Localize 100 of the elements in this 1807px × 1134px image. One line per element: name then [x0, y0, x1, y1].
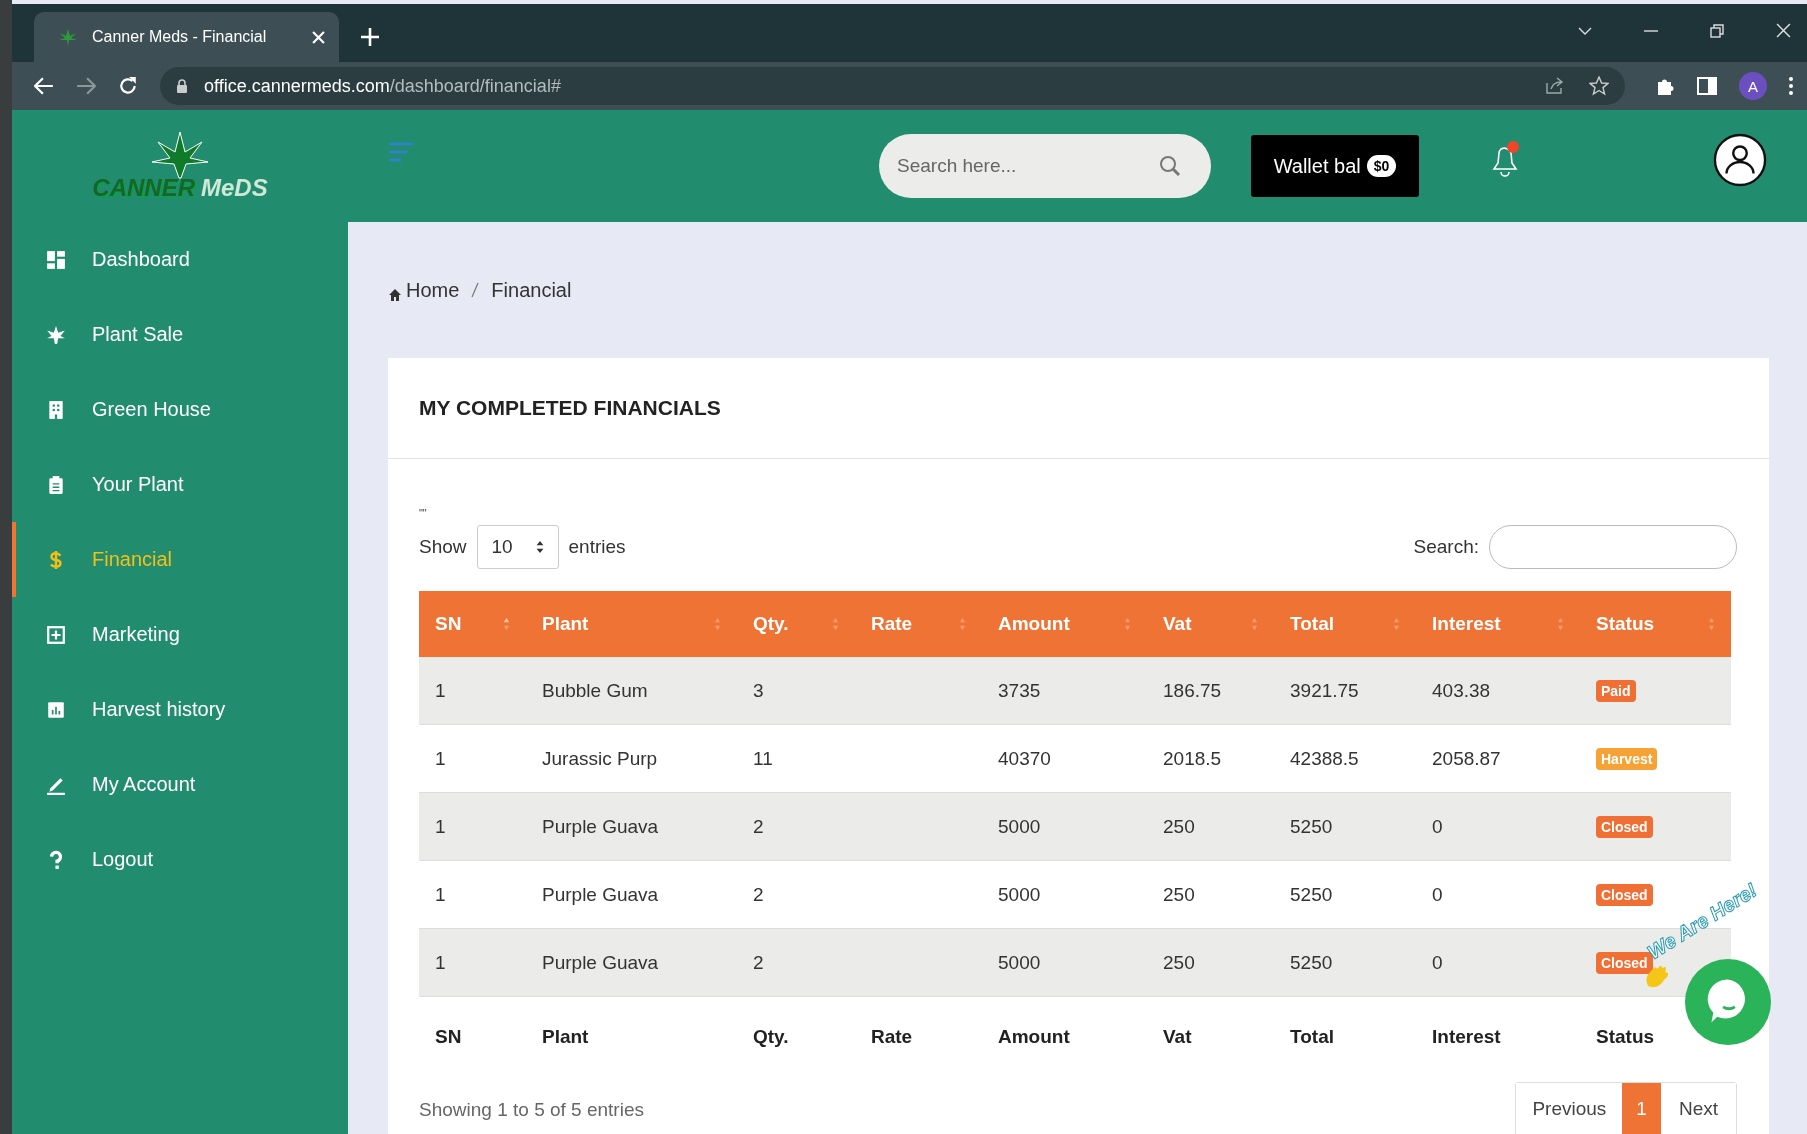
status-badge: Closed	[1596, 884, 1653, 906]
column-footer: Vat	[1163, 1026, 1192, 1047]
sidebar-item[interactable]: Dashboard	[12, 222, 348, 297]
sort-arrows-icon	[535, 541, 544, 553]
address-field[interactable]: office.cannermeds.com/dashboard/financial#	[160, 67, 1625, 105]
chevron-down-icon[interactable]	[1578, 26, 1592, 35]
table-cell: 2	[753, 951, 764, 973]
page-button[interactable]: 1	[1622, 1083, 1661, 1134]
share-icon[interactable]	[1545, 77, 1565, 95]
sidebar-item[interactable]: Plant Sale	[12, 297, 348, 372]
wallet-button[interactable]: Wallet bal $0	[1251, 135, 1419, 197]
table-cell: 250	[1163, 815, 1195, 837]
table-cell: 250	[1163, 883, 1195, 905]
column-footer: Status	[1596, 1026, 1655, 1047]
table-cell: 0	[1432, 815, 1443, 837]
column-footer: Interest	[1432, 1026, 1501, 1047]
breadcrumb-current: Financial	[491, 278, 572, 302]
sidebar-item[interactable]: Marketing	[12, 597, 348, 672]
column-header[interactable]: SN	[419, 591, 526, 657]
search-field[interactable]: Search here...	[879, 134, 1211, 198]
status-badge: Harvest	[1596, 748, 1658, 770]
column-footer: Total	[1290, 1026, 1334, 1047]
card-title: MY COMPLETED FINANCIALS	[419, 396, 721, 420]
column-header[interactable]: Rate	[855, 591, 982, 657]
column-footer: Plant	[542, 1026, 589, 1047]
table-cell: 5250	[1290, 951, 1333, 973]
plus-square-icon	[46, 624, 66, 645]
sidebar-item[interactable]: Your Plant	[12, 447, 348, 522]
profile-avatar[interactable]: A	[1739, 72, 1767, 100]
column-header[interactable]: Total	[1274, 591, 1416, 657]
column-footer: SN	[435, 1026, 462, 1047]
status-badge: Closed	[1596, 816, 1653, 838]
table-cell: 1	[435, 951, 446, 973]
table-cell: Purple Guava	[542, 951, 659, 973]
breadcrumb-link[interactable]: Home	[388, 278, 460, 302]
table-cell: 42388.5	[1290, 747, 1359, 769]
table-cell: Purple Guava	[542, 815, 659, 837]
table-cell: 2018.5	[1163, 747, 1222, 769]
table-cell: 403.38	[1432, 679, 1491, 701]
table-cell: 11	[753, 747, 773, 769]
star-icon[interactable]	[1589, 76, 1609, 96]
column-header[interactable]: Plant	[526, 591, 737, 657]
table-cell: 5000	[998, 815, 1041, 837]
back-icon[interactable]	[34, 77, 54, 95]
column-header[interactable]: Amount	[982, 591, 1147, 657]
status-badge: Paid	[1596, 680, 1636, 702]
close-icon[interactable]	[1776, 23, 1791, 38]
sidebar-item[interactable]: Logout	[12, 822, 348, 897]
home-icon	[388, 287, 402, 302]
chat-bubble-icon[interactable]	[1684, 958, 1772, 1046]
leaf-icon	[150, 130, 210, 180]
table-cell: 1	[435, 679, 446, 701]
table-cell: 3921.75	[1290, 679, 1359, 701]
wallet-amount-badge: $0	[1366, 155, 1397, 177]
table-cell: 2	[753, 815, 764, 837]
table-cell: 5000	[998, 883, 1041, 905]
table-cell: 1	[435, 747, 446, 769]
search-label: Search:	[1413, 536, 1479, 558]
page-size-select[interactable]: 10	[476, 525, 559, 569]
table-cell: Purple Guava	[542, 883, 659, 905]
column-header[interactable]: Qty.	[737, 591, 855, 657]
more-icon[interactable]	[1789, 77, 1793, 95]
minimize-icon[interactable]	[1644, 29, 1658, 32]
table-cell: 5250	[1290, 883, 1333, 905]
user-avatar-icon[interactable]	[1713, 133, 1767, 187]
new-tab-icon[interactable]	[361, 28, 379, 46]
reload-icon[interactable]	[118, 76, 138, 96]
table-cell: Bubble Gum	[542, 679, 648, 701]
sidebar-item[interactable]: Harvest history	[12, 672, 348, 747]
table-search-field[interactable]	[1489, 525, 1737, 569]
forward-icon[interactable]	[76, 77, 96, 95]
browser-tab[interactable]: Canner Meds - Financial	[34, 12, 339, 62]
table-cell: 186.75	[1163, 679, 1222, 701]
table-cell: 40370	[998, 747, 1051, 769]
table-cell: 2058.87	[1432, 747, 1501, 769]
restore-icon[interactable]	[1710, 23, 1724, 38]
table-cell: 250	[1163, 951, 1195, 973]
dashboard-icon	[46, 249, 66, 270]
sidebar-item[interactable]: Financial	[12, 522, 348, 597]
column-header[interactable]: Vat	[1147, 591, 1274, 657]
sidebar-item[interactable]: My Account	[12, 747, 348, 822]
table-cell: 5250	[1290, 815, 1333, 837]
sidebar-item[interactable]: Green House	[12, 372, 348, 447]
building-icon	[46, 399, 66, 420]
lock-icon	[176, 79, 188, 93]
table-cell: 3	[753, 679, 764, 701]
column-header[interactable]: Interest	[1416, 591, 1580, 657]
show-label: Show	[419, 536, 467, 558]
table-cell: 1	[435, 883, 446, 905]
entries-label: entries	[568, 536, 626, 558]
column-header[interactable]: Status	[1580, 591, 1731, 657]
column-footer: Amount	[998, 1026, 1070, 1047]
table-cell: 0	[1432, 883, 1443, 905]
logo: CANNER MeDS	[12, 110, 348, 222]
table-cell: 2	[753, 883, 764, 905]
side-panel-icon[interactable]	[1697, 77, 1717, 95]
table-cell: 5000	[998, 951, 1041, 973]
chart-icon	[46, 699, 66, 720]
note-text: ''''	[419, 509, 428, 519]
column-footer: Rate	[871, 1026, 913, 1047]
